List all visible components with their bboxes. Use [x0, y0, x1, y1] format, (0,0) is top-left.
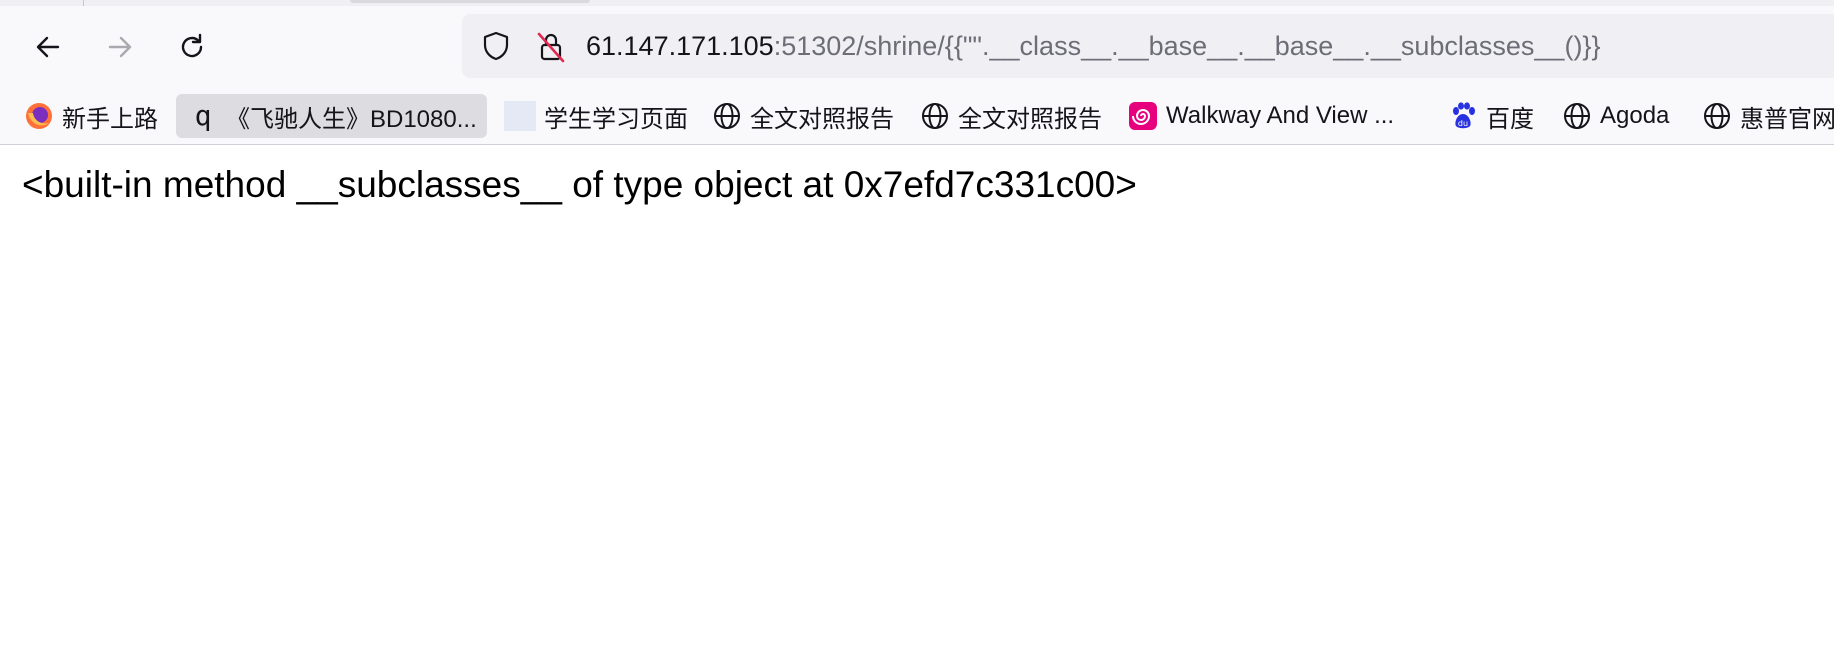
reload-icon — [181, 33, 203, 58]
bookmark-agoda[interactable]: Agoda — [1562, 94, 1669, 138]
page-content: <built-in method __subclasses__ of type … — [0, 145, 1834, 650]
bookmark-baidu[interactable]: du 百度 — [1448, 94, 1534, 138]
bookmark-label: 《飞驰人生》BD1080... — [226, 105, 477, 133]
url-host: 61.147.171.105 — [586, 31, 774, 61]
bookmark-quanwen-2[interactable]: 全文对照报告 — [920, 94, 1102, 138]
bookmarks-toolbar: 新手上路 q 《飞驰人生》BD1080... 学生学习页面 全文对照报告 全文对… — [0, 88, 1834, 145]
bookmark-label: 百度 — [1486, 105, 1534, 133]
reload-button[interactable] — [168, 25, 216, 69]
bookmark-quanwen-1[interactable]: 全文对照报告 — [712, 94, 894, 138]
navigation-toolbar: 61.147.171.105:51302/shrine/{{"".__class… — [0, 6, 1834, 88]
forward-button[interactable] — [96, 25, 144, 69]
bookmark-walkway[interactable]: Walkway And View ... — [1128, 94, 1394, 138]
url-path: :51302/shrine/{{"".__class__.__base__.__… — [773, 31, 1601, 61]
bookmark-xuesheng[interactable]: 学生学习页面 — [504, 94, 688, 138]
bookmark-label: 惠普官网 — [1740, 105, 1834, 133]
bookmark-label: Agoda — [1600, 102, 1670, 129]
blank-page-icon — [504, 101, 536, 131]
bookmark-label: 学生学习页面 — [544, 105, 688, 133]
spiral-icon — [1129, 102, 1157, 130]
bookmark-feichi[interactable]: q 《飞驰人生》BD1080... — [176, 94, 487, 138]
url-bar[interactable]: 61.147.171.105:51302/shrine/{{"".__class… — [462, 14, 1834, 78]
svg-text:du: du — [1458, 119, 1468, 128]
bookmark-huipu[interactable]: 惠普官网 — [1702, 94, 1834, 138]
bookmark-xinshou[interactable]: 新手上路 — [24, 94, 158, 138]
bookmark-label: 全文对照报告 — [958, 105, 1102, 133]
insecure-lock-icon[interactable] — [534, 30, 568, 64]
back-arrow-icon — [36, 36, 60, 58]
bookmark-label: 全文对照报告 — [750, 105, 894, 133]
globe-icon — [922, 103, 948, 129]
shield-icon[interactable] — [480, 30, 512, 62]
template-output-text: <built-in method __subclasses__ of type … — [22, 164, 1137, 205]
back-button[interactable] — [24, 25, 72, 69]
globe-icon — [1564, 103, 1590, 129]
url-text[interactable]: 61.147.171.105:51302/shrine/{{"".__class… — [586, 27, 1600, 65]
q-icon: q — [194, 99, 212, 132]
forward-arrow-icon — [108, 36, 132, 58]
baidu-paw-icon: du — [1453, 102, 1475, 129]
active-tab-edge[interactable] — [350, 0, 590, 3]
globe-icon — [714, 103, 740, 129]
globe-icon — [1704, 103, 1730, 129]
bookmark-label: Walkway And View ... — [1166, 102, 1395, 129]
firefox-icon — [26, 103, 52, 129]
bookmark-label: 新手上路 — [62, 105, 158, 133]
